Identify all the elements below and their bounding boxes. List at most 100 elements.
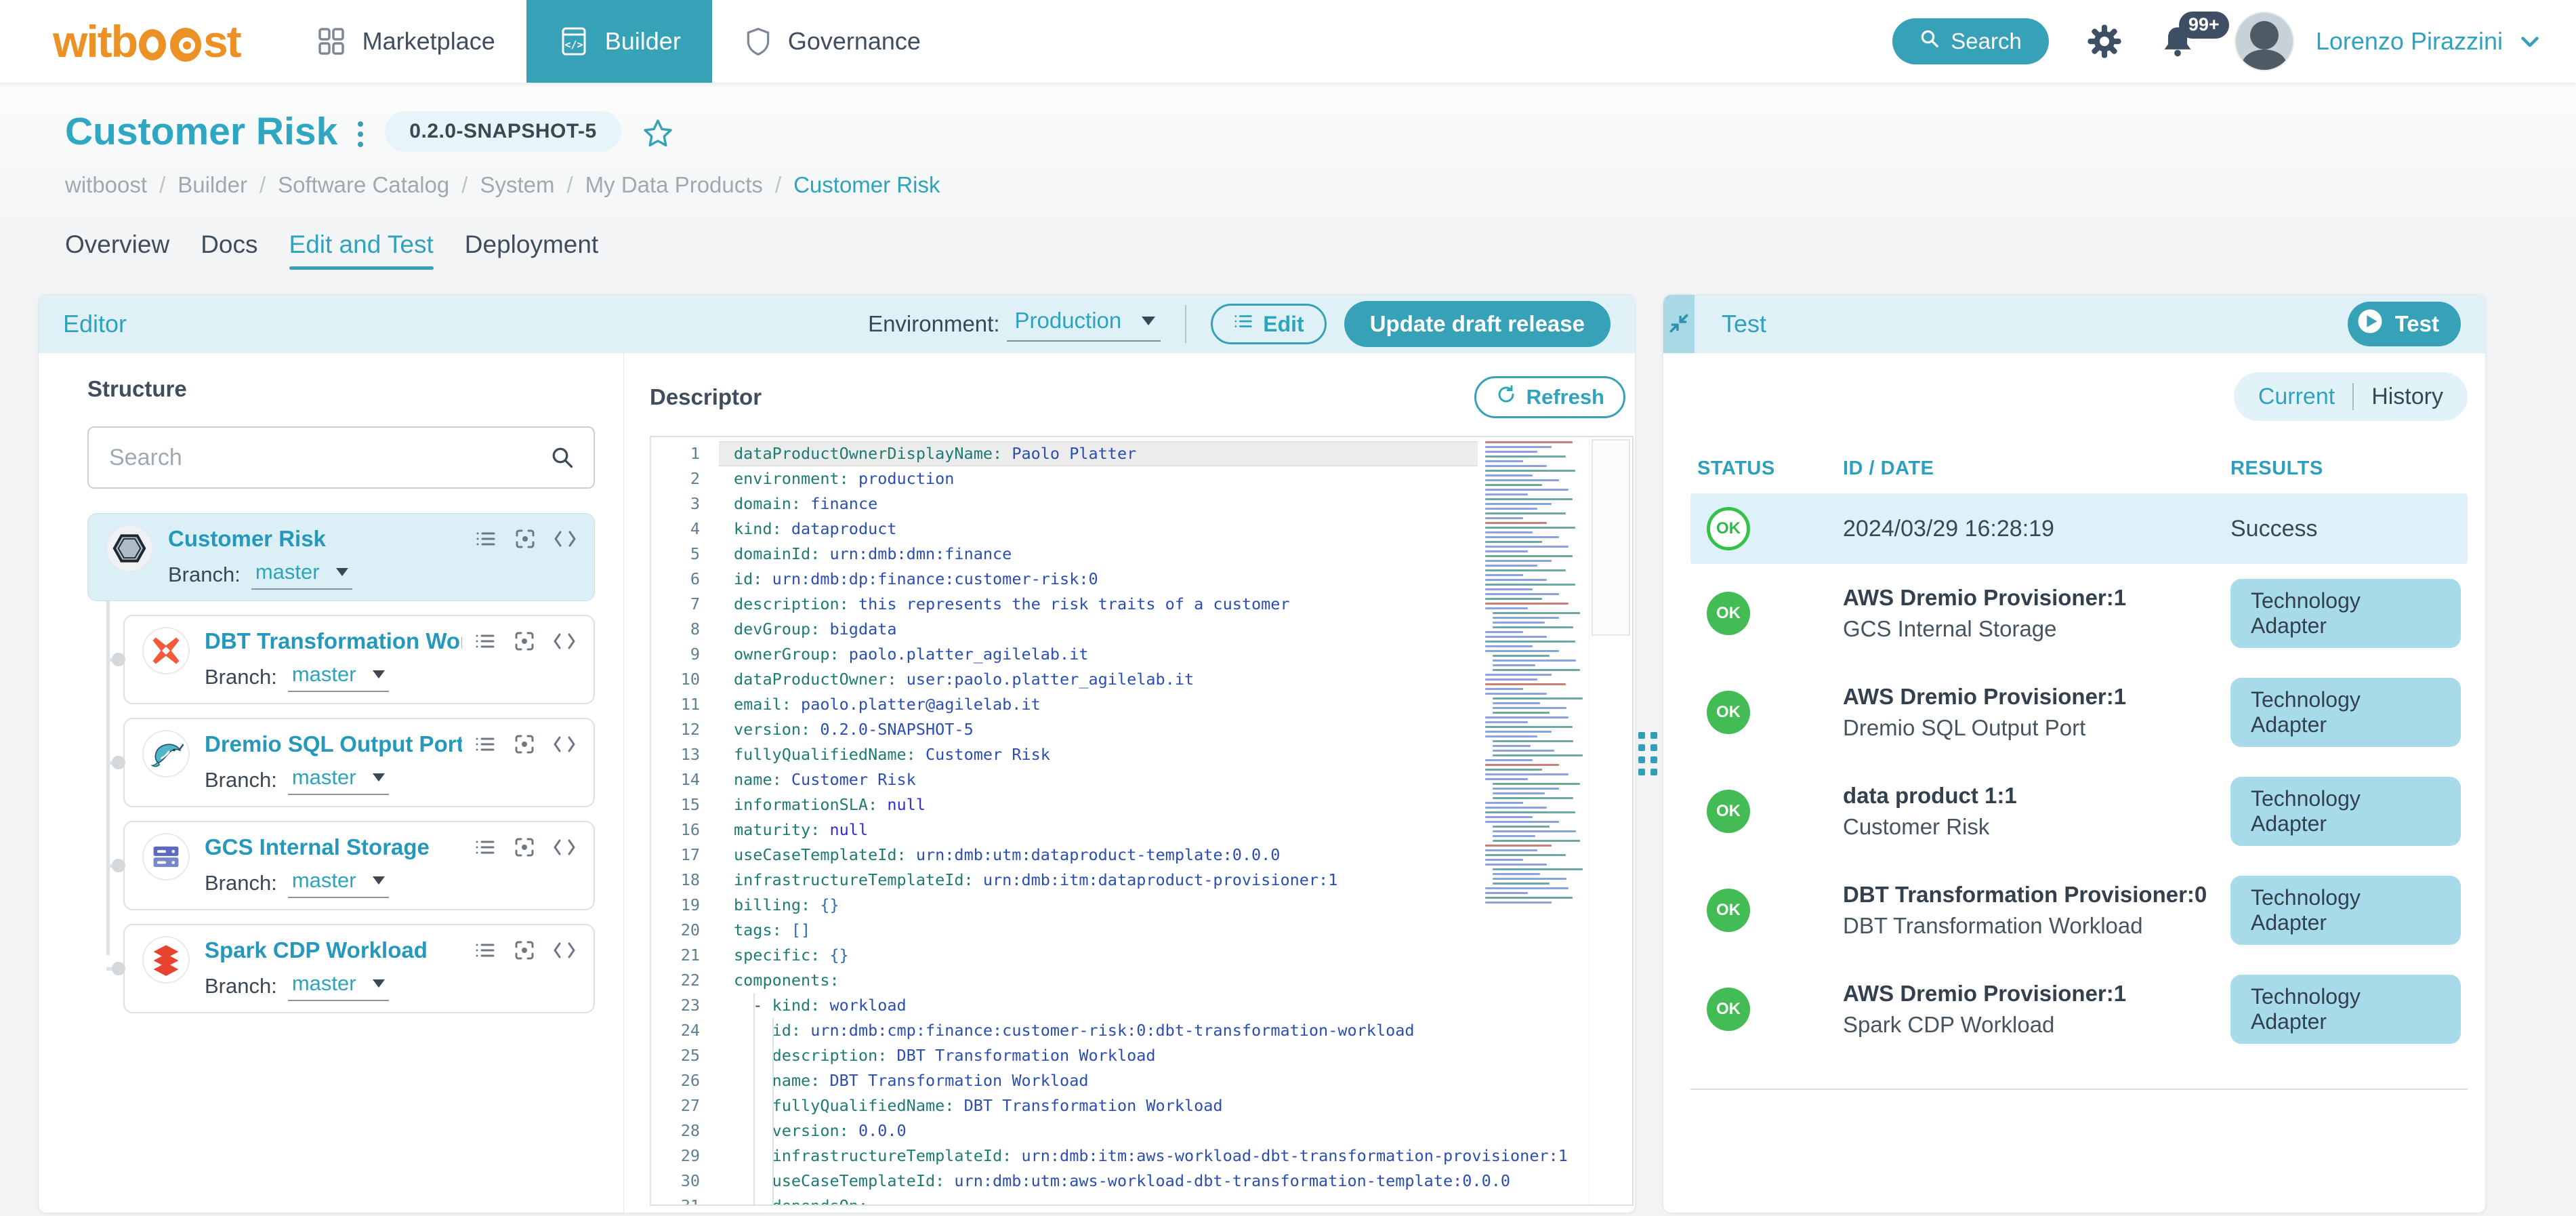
minimap-line	[1493, 626, 1573, 628]
focus-button[interactable]	[514, 630, 535, 652]
yaml-code-editor[interactable]: 1dataProductOwnerDisplayName: Paolo Plat…	[650, 436, 1634, 1206]
code-line: 26 name: DBT Transformation Workload	[651, 1068, 1632, 1093]
code-icon	[553, 735, 576, 754]
tab-deployment[interactable]: Deployment	[465, 230, 598, 270]
run-test-button[interactable]: Test	[2348, 302, 2461, 346]
minimap-line	[1485, 603, 1569, 605]
breadcrumb-item-builder[interactable]: Builder	[178, 172, 247, 198]
test-panel-header: Test Test	[1663, 295, 2485, 353]
tree-node-actions	[475, 528, 577, 550]
refresh-button[interactable]: Refresh	[1474, 376, 1625, 418]
breadcrumb-item-system[interactable]: System	[480, 172, 554, 198]
branch-row: Branch:master	[205, 971, 576, 1001]
result-status-badge: OK	[1707, 988, 1750, 1031]
tree-node-main: DBT Transformation Worklo...Branch:maste…	[205, 627, 576, 692]
test-results-table: STATUSID / DATERESULTS OK 2024/03/29 16:…	[1690, 458, 2468, 1090]
edit-button[interactable]: Edit	[1211, 304, 1326, 344]
result-component: DBT Transformation Workload	[1843, 913, 2230, 939]
kebab-menu-icon[interactable]	[358, 121, 363, 147]
nav-item-marketplace[interactable]: Marketplace	[284, 0, 526, 83]
line-number: 4	[651, 516, 734, 542]
code-line: 23 - kind: workload	[651, 993, 1632, 1018]
focus-button[interactable]	[514, 528, 536, 550]
test-panel: Test Test Current History STATUSID / DATE…	[1663, 294, 2486, 1213]
minimap-line	[1493, 840, 1580, 842]
tree-item-gcs-internal-storage[interactable]: GCS Internal StorageBranch:master	[123, 821, 595, 910]
user-avatar[interactable]	[2235, 12, 2294, 71]
branch-row: Branch:master	[205, 765, 576, 795]
minimap-line	[1485, 897, 1573, 899]
search-button[interactable]: Search	[1892, 18, 2049, 64]
minimap-line	[1493, 754, 1583, 756]
nav-item-builder[interactable]: </>Builder	[526, 0, 712, 83]
details-button[interactable]	[474, 630, 496, 652]
line-number: 21	[651, 943, 734, 968]
settings-button[interactable]	[2085, 22, 2123, 60]
breadcrumb-item-software-catalog[interactable]: Software Catalog	[278, 172, 449, 198]
current-history-toggle: Current History	[2234, 372, 2468, 421]
result-row-dbt-transformation-workload[interactable]: OKDBT Transformation Provisioner:0DBT Tr…	[1690, 861, 2468, 960]
title-row: Customer Risk 0.2.0-SNAPSHOT-5	[65, 111, 2511, 152]
tree-root-customer-risk[interactable]: Customer RiskBranch:master	[87, 513, 595, 601]
witboost-logo[interactable]: witbst	[53, 19, 241, 64]
tab-overview[interactable]: Overview	[65, 230, 169, 270]
caret-down-icon	[373, 773, 385, 782]
branch-select[interactable]: master	[288, 868, 389, 898]
chevron-down-icon[interactable]	[2518, 29, 2542, 54]
notifications-button[interactable]: 99+	[2160, 24, 2195, 59]
tree-item-dbt-transformation-worklo[interactable]: DBT Transformation Worklo...Branch:maste…	[123, 615, 595, 704]
view-option-current[interactable]: Current	[2258, 384, 2335, 410]
tab-edit-and-test[interactable]: Edit and Test	[289, 230, 434, 270]
test-run-row[interactable]: OK 2024/03/29 16:28:19 Success	[1690, 493, 2468, 564]
environment-value: Production	[1015, 308, 1122, 333]
details-button[interactable]	[474, 836, 496, 858]
code-text: dataProductOwner: user:paolo.platter_agi…	[734, 667, 1194, 692]
details-button[interactable]	[475, 528, 497, 550]
result-row-customer-risk[interactable]: OKdata product 1:1Customer RiskTechnolog…	[1690, 762, 2468, 861]
focus-button[interactable]	[514, 733, 535, 755]
breadcrumb-item-my-data-products[interactable]: My Data Products	[585, 172, 763, 198]
code-scrollbar-thumb[interactable]	[1592, 439, 1630, 636]
result-row-spark-cdp-workload[interactable]: OKAWS Dremio Provisioner:1Spark CDP Work…	[1690, 960, 2468, 1059]
focus-button[interactable]	[514, 939, 535, 961]
minimap-line	[1485, 854, 1566, 856]
branch-select[interactable]: master	[288, 765, 389, 795]
line-number: 27	[651, 1093, 734, 1118]
branch-select[interactable]: master	[288, 971, 389, 1001]
tree-node-actions	[474, 836, 576, 858]
code-scrollbar[interactable]	[1589, 437, 1632, 1204]
code-text: devGroup: bigdata	[734, 617, 897, 642]
result-row-gcs-internal-storage[interactable]: OKAWS Dremio Provisioner:1GCS Internal S…	[1690, 564, 2468, 663]
breadcrumb-item-customer-risk[interactable]: Customer Risk	[793, 172, 940, 198]
descriptor-title: Descriptor	[650, 384, 762, 410]
view-option-history[interactable]: History	[2371, 384, 2443, 410]
result-badge-cell: Technology Adapter	[2230, 678, 2461, 747]
view-code-button[interactable]	[553, 735, 576, 754]
nav-item-governance[interactable]: Governance	[712, 0, 952, 83]
star-favorite-icon[interactable]	[642, 117, 674, 150]
structure-search-input[interactable]	[108, 444, 542, 472]
nav-item-label: Builder	[605, 27, 681, 56]
panel-resize-handle[interactable]	[1638, 732, 1657, 775]
minimap-line	[1493, 707, 1566, 709]
details-button[interactable]	[474, 939, 496, 961]
code-minimap[interactable]	[1483, 441, 1586, 909]
view-code-button[interactable]	[554, 529, 577, 548]
view-code-button[interactable]	[553, 632, 576, 651]
tree-item-dremio-sql-output-port[interactable]: Dremio SQL Output PortBranch:master	[123, 718, 595, 807]
user-name[interactable]: Lorenzo Pirazzini	[2316, 27, 2503, 56]
branch-select[interactable]: master	[288, 662, 389, 692]
tab-docs[interactable]: Docs	[201, 230, 257, 270]
result-row-dremio-sql-output-port[interactable]: OKAWS Dremio Provisioner:1Dremio SQL Out…	[1690, 663, 2468, 762]
details-button[interactable]	[474, 733, 496, 755]
page-title: Customer Risk	[65, 113, 337, 151]
tree-item-spark-cdp-workload[interactable]: Spark CDP WorkloadBranch:master	[123, 924, 595, 1013]
view-code-button[interactable]	[553, 838, 576, 857]
view-code-button[interactable]	[553, 941, 576, 960]
breadcrumb-item-witboost[interactable]: witboost	[65, 172, 147, 198]
branch-select[interactable]: master	[251, 560, 352, 590]
focus-button[interactable]	[514, 836, 535, 858]
update-draft-release-button[interactable]: Update draft release	[1344, 301, 1611, 347]
environment-select[interactable]: Production	[1007, 306, 1161, 342]
collapse-panel-button[interactable]	[1663, 295, 1695, 353]
